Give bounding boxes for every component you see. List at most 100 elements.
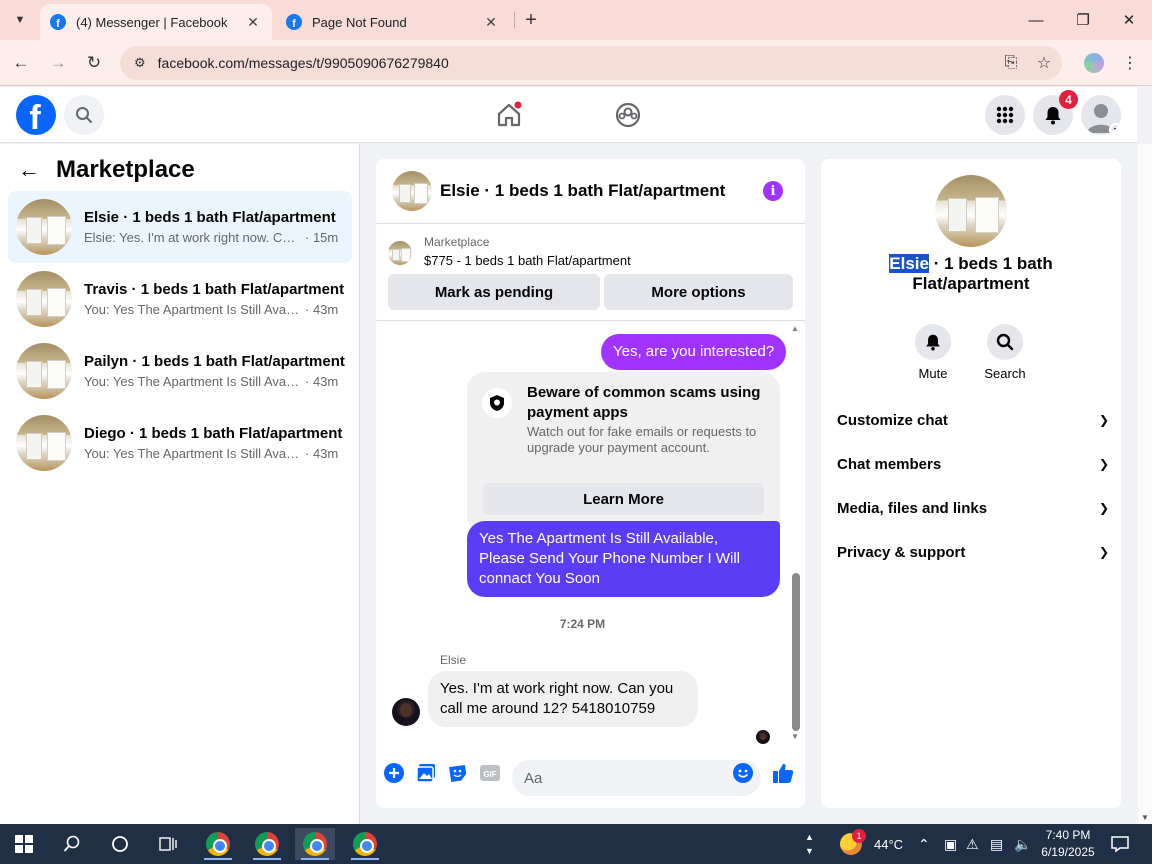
thumbs-up-icon[interactable] — [771, 761, 795, 785]
tray-app-icon[interactable]: ▣ — [944, 824, 957, 864]
browser-tab-bar: ▼ f (4) Messenger | Facebook ✕ f Page No… — [0, 0, 1152, 40]
mark-as-pending-button[interactable]: Mark as pending — [388, 274, 600, 310]
shield-alert-icon[interactable]: ⚠ — [966, 836, 979, 853]
conversation-item-travis[interactable]: Travis · 1 beds 1 bath Flat/apartment Yo… — [8, 263, 352, 335]
listing-thumbnail — [16, 343, 72, 399]
task-view-icon[interactable] — [148, 828, 188, 860]
cortana-icon[interactable] — [100, 828, 140, 860]
read-receipt-avatar — [756, 730, 770, 744]
section-chat-members[interactable]: Chat members ❯ — [837, 444, 1111, 484]
mute-action[interactable]: Mute — [897, 324, 969, 381]
back-arrow-icon[interactable]: ← — [18, 157, 40, 183]
scrollbar-thumb[interactable] — [792, 573, 800, 731]
close-window-icon[interactable]: ✕ — [1117, 8, 1141, 32]
chrome-taskbar-icon[interactable] — [198, 828, 238, 860]
browser-tab-messenger[interactable]: f (4) Messenger | Facebook ✕ — [40, 4, 272, 40]
gif-icon[interactable]: GIF — [478, 761, 502, 785]
photo-icon[interactable] — [414, 761, 438, 785]
taskbar-clock[interactable]: 7:40 PM 6/19/2025 — [1030, 827, 1106, 861]
back-icon[interactable]: ← — [8, 50, 34, 76]
groups-nav-button[interactable] — [610, 97, 646, 133]
marketplace-conversations-pane: ← Marketplace Elsie · 1 beds 1 bath Flat… — [0, 144, 360, 824]
scroll-down-arrow-icon[interactable]: ▼ — [1141, 813, 1149, 822]
section-media-files-links[interactable]: Media, files and links ❯ — [837, 488, 1111, 528]
learn-more-button[interactable]: Learn More — [483, 483, 764, 515]
chevron-up-icon[interactable]: ▲ — [805, 830, 814, 844]
profile-icon[interactable] — [1081, 50, 1107, 76]
conversation-item-diego[interactable]: Diego · 1 beds 1 bath Flat/apartment You… — [8, 407, 352, 479]
tray-network-icon[interactable]: ▤ — [990, 824, 1003, 864]
scroll-down-arrow-icon[interactable]: ▼ — [791, 732, 799, 741]
message-input[interactable] — [512, 760, 761, 796]
notification-center-button[interactable] — [1110, 824, 1130, 864]
facebook-search-button[interactable] — [64, 95, 104, 135]
show-hidden-icons[interactable]: ⌃ — [918, 824, 930, 864]
close-tab-icon[interactable]: ✕ — [244, 13, 262, 31]
browser-menu-icon[interactable]: ⋮ — [1117, 50, 1143, 76]
conversation-time: · 43m — [305, 302, 339, 317]
section-customize-chat[interactable]: Customize chat ❯ — [837, 400, 1111, 440]
facebook-logo-icon[interactable]: f — [16, 95, 56, 135]
install-app-icon[interactable]: ⎘ — [998, 50, 1024, 76]
taskbar-scroll-arrows[interactable]: ▲ ▼ — [805, 824, 814, 864]
chrome-taskbar-icon[interactable] — [247, 828, 287, 860]
conversation-item-elsie[interactable]: Elsie · 1 beds 1 bath Flat/apartment Els… — [8, 191, 352, 263]
bookmark-star-icon[interactable]: ☆ — [1031, 50, 1057, 76]
more-options-button[interactable]: More options — [604, 274, 793, 310]
outgoing-message[interactable]: Yes The Apartment Is Still Available, Pl… — [467, 521, 780, 597]
conversation-item-pailyn[interactable]: Pailyn · 1 beds 1 bath Flat/apartment Yo… — [8, 335, 352, 407]
menu-grid-button[interactable] — [985, 95, 1025, 135]
page-scrollbar[interactable]: ▼ — [1138, 144, 1152, 824]
info-icon[interactable]: i — [763, 181, 783, 201]
browser-tab-page-not-found[interactable]: f Page Not Found ✕ — [276, 4, 510, 40]
volume-icon[interactable]: 🔈 — [1014, 836, 1031, 853]
forward-icon[interactable]: → — [45, 50, 71, 76]
meet-now-icon[interactable]: ▣ — [944, 836, 957, 853]
site-settings-icon[interactable]: ⚙ — [134, 55, 146, 71]
section-privacy-support[interactable]: Privacy & support ❯ — [837, 532, 1111, 572]
sender-avatar[interactable] — [392, 698, 420, 726]
chat-thumbnail[interactable] — [392, 171, 432, 211]
plus-circle-icon[interactable] — [382, 761, 406, 785]
listing-photo[interactable] — [935, 175, 1007, 247]
section-label: Privacy & support — [837, 543, 966, 561]
chevron-up-icon[interactable]: ⌃ — [918, 836, 930, 853]
selected-text-highlight: Elsie — [889, 254, 929, 273]
sticker-icon[interactable] — [446, 761, 470, 785]
network-icon[interactable]: ▤ — [990, 836, 1003, 853]
bell-icon[interactable] — [915, 324, 951, 360]
listing-thumbnail — [16, 415, 72, 471]
chrome-taskbar-icon-active[interactable] — [295, 828, 335, 860]
search-action[interactable]: Search — [969, 324, 1041, 381]
address-bar[interactable]: ⚙ facebook.com/messages/t/99050906762798… — [120, 46, 1062, 80]
chat-title[interactable]: Elsie · 1 beds 1 bath Flat/apartment — [440, 181, 763, 201]
chat-scrollbar[interactable]: ▲ ▼ — [790, 322, 802, 744]
conversation-details-pane: Elsie · 1 beds 1 bath Flat/apartment Mut… — [821, 159, 1121, 808]
reload-icon[interactable]: ↻ — [81, 50, 107, 76]
chevron-down-icon[interactable]: ▼ — [805, 844, 814, 858]
restore-icon[interactable]: ❐ — [1071, 8, 1095, 32]
windows-start-icon[interactable] — [4, 828, 44, 860]
tab-search-chevron-icon[interactable]: ▼ — [8, 8, 32, 32]
scroll-up-arrow-icon[interactable]: ▲ — [791, 324, 799, 333]
scam-warning-title: Beware of common scams using payment app… — [527, 384, 761, 421]
emoji-icon[interactable] — [731, 761, 755, 785]
bell-icon — [1045, 107, 1061, 125]
new-tab-icon[interactable]: + — [520, 8, 542, 32]
minimize-icon[interactable]: — — [1024, 8, 1048, 32]
listing-price-title[interactable]: $775 - 1 beds 1 bath Flat/apartment — [424, 253, 631, 268]
tray-security-icon[interactable]: ⚠ — [966, 824, 979, 864]
outgoing-message[interactable]: Yes, are you interested? — [601, 334, 787, 370]
weather-widget[interactable]: 1 44°C — [840, 824, 903, 864]
tray-volume-icon[interactable]: 🔈 — [1014, 824, 1031, 864]
account-avatar[interactable]: ▼ — [1081, 95, 1121, 135]
chevron-down-icon: ❯ — [1098, 413, 1109, 427]
search-icon[interactable] — [987, 324, 1023, 360]
conversation-name: Elsie · 1 beds 1 bath Flat/apartment — [84, 209, 336, 226]
home-nav-button[interactable] — [491, 97, 527, 133]
chrome-taskbar-icon[interactable] — [345, 828, 385, 860]
close-tab-icon[interactable]: ✕ — [482, 13, 500, 31]
search-icon[interactable] — [52, 828, 92, 860]
details-title-rest: · 1 beds 1 bath Flat/apartment — [912, 254, 1053, 293]
incoming-message[interactable]: Yes. I'm at work right now. Can you call… — [428, 671, 698, 727]
